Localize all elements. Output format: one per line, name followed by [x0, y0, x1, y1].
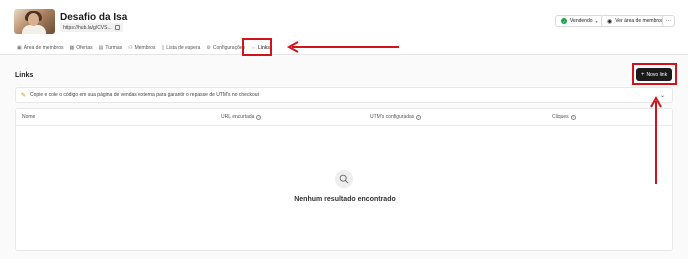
annotation-arrows [286, 41, 662, 184]
